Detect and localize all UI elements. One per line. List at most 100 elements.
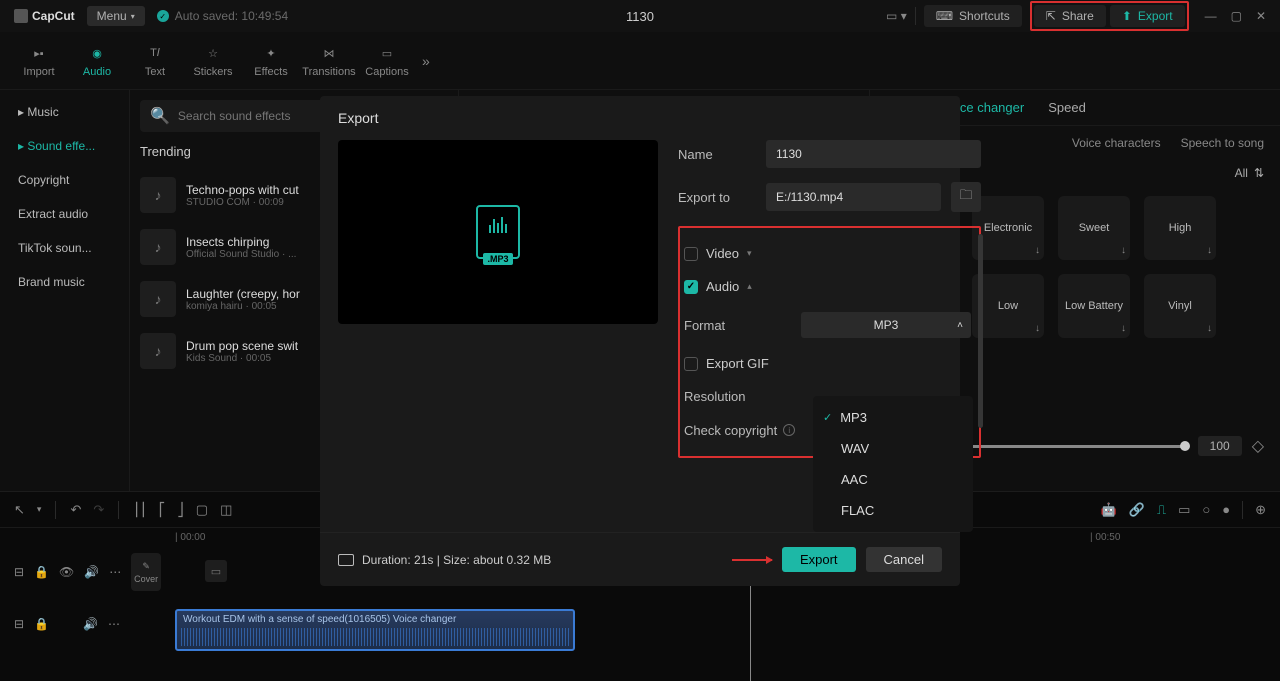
aspect-ratio-icon[interactable]: ▭ ▾ [886, 9, 907, 23]
robot-icon[interactable]: 🤖 [1101, 502, 1117, 518]
mic-icon[interactable]: ● [1222, 502, 1230, 517]
audio-track-header: ⊟ 🔒 🔊 ⋯ [0, 598, 175, 650]
link-icon[interactable]: 🔗 [1129, 502, 1145, 518]
menu-button[interactable]: Menu ▾ [87, 6, 145, 26]
audio-checkbox[interactable] [684, 280, 698, 294]
audio-clip[interactable]: Workout EDM with a sense of speed(101650… [175, 609, 575, 651]
minimize-icon[interactable]: — [1205, 9, 1217, 23]
chevron-down-icon[interactable]: ▾ [747, 248, 752, 259]
chevron-up-icon[interactable]: ▴ [747, 281, 752, 292]
brand-name: CapCut [32, 9, 75, 23]
dropdown-item-mp3[interactable]: MP3 [813, 402, 973, 433]
dropdown-item-aac[interactable]: AAC [813, 464, 973, 495]
download-icon: ↓ [1207, 323, 1212, 334]
voice-tile[interactable]: Vinyl↓ [1144, 274, 1216, 338]
voice-tile[interactable]: High↓ [1144, 196, 1216, 260]
tab-effects[interactable]: ✦Effects [242, 44, 300, 78]
sidebar-item-extractaudio[interactable]: Extract audio [8, 200, 121, 228]
cancel-button[interactable]: Cancel [866, 547, 942, 572]
check-icon: ✓ [157, 10, 169, 22]
export-preview: .MP3 [338, 140, 658, 324]
dropdown-item-flac[interactable]: FLAC [813, 495, 973, 526]
video-section-label: Video [706, 246, 739, 261]
sidebar-item-soundeffects[interactable]: ▸ Sound effe... [8, 132, 121, 160]
tab-stickers[interactable]: ☆Stickers [184, 44, 242, 78]
subtab-speechtosong[interactable]: Speech to song [1181, 136, 1264, 150]
stickers-icon: ☆ [203, 44, 223, 64]
info-icon[interactable]: i [783, 424, 795, 436]
exportto-input[interactable] [766, 183, 941, 211]
transitions-icon: ⋈ [319, 44, 339, 64]
volume-icon[interactable]: 🔊 [84, 565, 99, 579]
trim-left-icon[interactable]: ⎡ [159, 502, 166, 518]
chevron-up-icon: ˄ [957, 320, 963, 331]
sidebar-item-music[interactable]: ▸ Music [8, 98, 121, 126]
eye-icon[interactable]: 👁 [59, 565, 74, 579]
lock-icon[interactable]: 🔒 [34, 617, 49, 631]
folder-icon: 🗀 [959, 186, 972, 208]
reset-icon[interactable]: ◇ [1252, 436, 1264, 456]
sidebar-item-tiktoksound[interactable]: TikTok soun... [8, 234, 121, 262]
dropdown-item-wav[interactable]: WAV [813, 433, 973, 464]
cursor-icon[interactable]: ↖ [14, 502, 25, 518]
arrow-annotation [732, 559, 772, 561]
magnet-icon[interactable]: ⎍ [1157, 502, 1166, 518]
download-icon: ↓ [1121, 323, 1126, 334]
cover-badge[interactable]: ✎ Cover [131, 553, 161, 591]
tab-captions[interactable]: ▭Captions [358, 44, 416, 78]
delete-icon[interactable]: ▢ [196, 502, 208, 518]
browse-folder-button[interactable]: 🗀 [951, 182, 981, 212]
crop-icon[interactable]: ◫ [220, 502, 232, 518]
exportgif-label: Export GIF [706, 356, 769, 371]
name-input[interactable] [766, 140, 981, 168]
resolution-label: Resolution [684, 389, 762, 404]
project-title: 1130 [626, 9, 654, 24]
more-icon[interactable]: ⋯ [109, 565, 121, 579]
tab-text[interactable]: T𝐼Text [126, 44, 184, 78]
capcut-logo-icon [14, 9, 28, 23]
more-tabs-icon[interactable]: » [422, 53, 430, 69]
shortcuts-button[interactable]: ⌨ Shortcuts [924, 5, 1022, 27]
video-placeholder-icon[interactable]: ▭ [205, 560, 227, 582]
tab-transitions[interactable]: ⋈Transitions [300, 44, 358, 78]
filter-icon[interactable]: ⇅ [1254, 166, 1264, 180]
tab-import[interactable]: ▸▪Import [10, 44, 68, 78]
redo-icon[interactable]: ↷ [93, 502, 104, 518]
mute-icon[interactable]: ○ [1202, 502, 1210, 517]
format-label: Format [684, 318, 762, 333]
lock-icon[interactable]: 🔒 [34, 565, 49, 579]
format-select[interactable]: MP3 ˄ [801, 312, 971, 338]
export-confirm-button[interactable]: Export [782, 547, 856, 572]
music-note-icon: ♪ [140, 177, 176, 213]
add-track-icon[interactable]: ⊕ [1255, 502, 1266, 518]
pin-icon[interactable]: ⊟ [14, 617, 24, 631]
tab-audio[interactable]: ◉Audio [68, 44, 126, 78]
sidebar-item-brandmusic[interactable]: Brand music [8, 268, 121, 296]
preview-icon[interactable]: ▭ [1178, 502, 1190, 518]
sidebar-item-copyright[interactable]: Copyright [8, 166, 121, 194]
maximize-icon[interactable]: ▢ [1231, 9, 1242, 23]
filter-all[interactable]: All [1235, 166, 1248, 180]
trim-right-icon[interactable]: ⎦ [177, 502, 184, 518]
voice-tile[interactable]: Sweet↓ [1058, 196, 1130, 260]
topbar: CapCut Menu ▾ ✓ Auto saved: 10:49:54 113… [0, 0, 1280, 32]
inspector-tab-speed[interactable]: Speed [1048, 100, 1086, 115]
more-icon[interactable]: ⋯ [108, 617, 120, 631]
exportgif-checkbox[interactable] [684, 357, 698, 371]
undo-icon[interactable]: ↶ [70, 502, 81, 518]
export-button-top[interactable]: ⬆ Export [1110, 5, 1185, 27]
pin-icon[interactable]: ⊟ [14, 565, 24, 579]
volume-icon[interactable]: 🔊 [83, 617, 98, 631]
search-icon: 🔍 [150, 106, 170, 126]
subtab-voicecharacters[interactable]: Voice characters [1072, 136, 1161, 150]
close-icon[interactable]: ✕ [1256, 9, 1266, 23]
download-icon: ↓ [1035, 245, 1040, 256]
voice-tile[interactable]: Low Battery↓ [1058, 274, 1130, 338]
video-checkbox[interactable] [684, 247, 698, 261]
share-button[interactable]: ⇱ Share [1034, 5, 1106, 27]
film-icon [338, 554, 354, 566]
split-icon[interactable]: ⎮⎮ [133, 502, 147, 518]
format-dropdown: MP3 WAV AAC FLAC [813, 396, 973, 532]
chevron-down-icon[interactable]: ▾ [37, 504, 42, 515]
scrollbar[interactable] [978, 234, 983, 428]
